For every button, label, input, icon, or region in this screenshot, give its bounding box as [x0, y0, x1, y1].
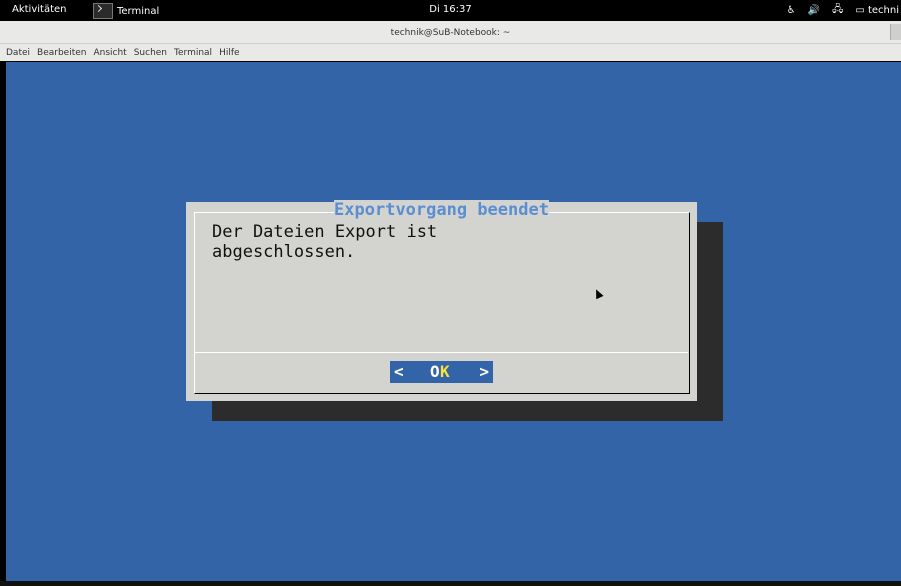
bottom-edge [0, 581, 901, 586]
ok-right-bracket: > [479, 362, 489, 381]
window-title: technik@SuB-Notebook: ~ [390, 28, 511, 38]
message-line-1: Der Dateien Export ist [212, 222, 438, 242]
menu-datei[interactable]: Datei [6, 48, 30, 58]
message-line-2: abgeschlossen. [212, 242, 356, 262]
user-name: techni [867, 4, 899, 16]
ok-left-bracket: < [394, 362, 404, 381]
dialog-separator [194, 352, 688, 353]
window-titlebar[interactable]: technik@SuB-Notebook: ~ [0, 21, 901, 44]
accessibility-icon[interactable]: ♿ [787, 5, 796, 16]
user-menu[interactable]: ▭ techni [855, 5, 899, 16]
dialog-message: Der Dateien Export ist abgeschlossen. [212, 222, 437, 262]
menubar: Datei Bearbeiten Ansicht Suchen Terminal… [0, 44, 901, 61]
clock[interactable]: Di 16:37 [0, 4, 901, 15]
scrollbar[interactable] [890, 24, 901, 40]
status-area: ♿ 🔊 🖧 ▭ techni [787, 2, 901, 18]
ok-label-k: K [440, 362, 450, 381]
menu-suchen[interactable]: Suchen [134, 48, 167, 58]
dialog-title: Exportvorgang beendet [334, 200, 549, 220]
menu-hilfe[interactable]: Hilfe [219, 48, 239, 58]
volume-icon[interactable]: 🔊 [808, 5, 820, 16]
menu-ansicht[interactable]: Ansicht [93, 48, 126, 58]
message-dialog: Exportvorgang beendet Der Dateien Export… [186, 200, 697, 401]
network-icon[interactable]: 🖧 [832, 2, 843, 19]
menu-terminal[interactable]: Terminal [174, 48, 212, 58]
ok-label-o: O [430, 362, 440, 381]
menu-bearbeiten[interactable]: Bearbeiten [37, 48, 86, 58]
ok-button[interactable]: < O K > [390, 361, 493, 383]
top-panel: Aktivitäten Terminal Di 16:37 ♿ 🔊 🖧 ▭ te… [0, 0, 901, 21]
